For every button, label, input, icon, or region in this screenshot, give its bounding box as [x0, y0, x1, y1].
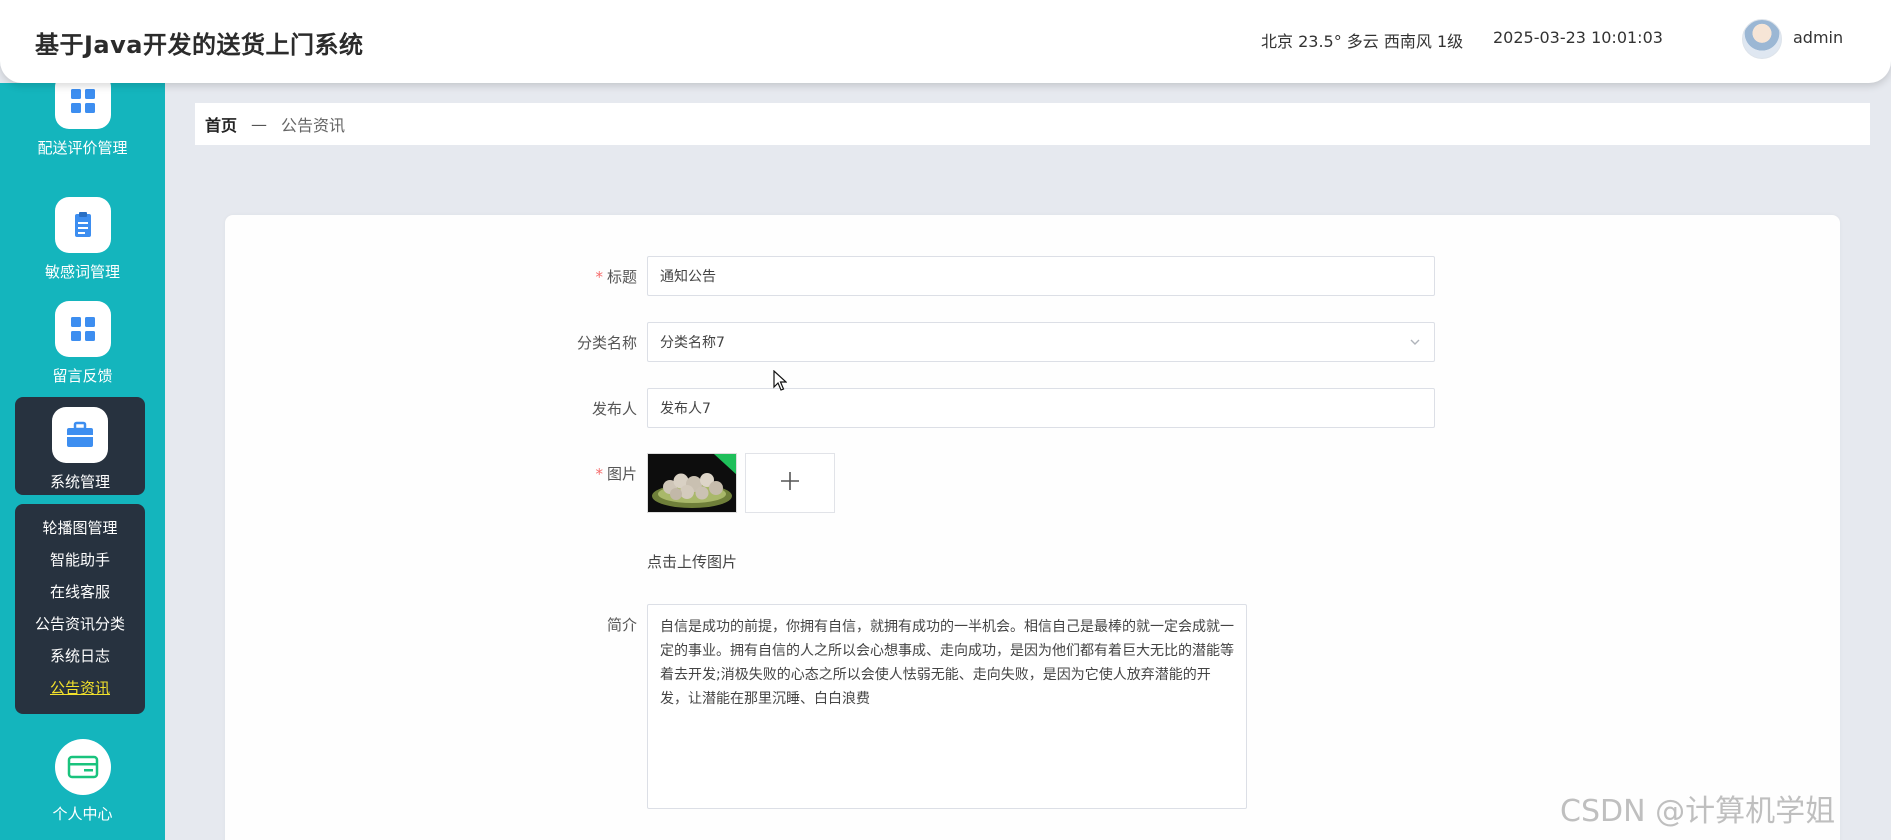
briefcase-icon	[52, 407, 108, 463]
sidebar-item-label: 敏感词管理	[44, 263, 120, 281]
sidebar-item-system[interactable]: 系统管理	[15, 397, 145, 495]
system-submenu: 轮播图管理 智能助手 在线客服 公告资讯分类 系统日志 公告资讯	[15, 504, 145, 714]
app-title: 基于Java开发的送货上门系统	[35, 31, 364, 59]
sidebar-item-sensitive-words[interactable]: 敏感词管理	[0, 197, 165, 282]
required-mark: *	[595, 268, 603, 286]
mouse-cursor-icon	[773, 369, 788, 392]
weather-info: 北京 23.5° 多云 西南风 1级	[1261, 32, 1464, 51]
sidebar-item-profile[interactable]: 个人中心	[0, 739, 165, 824]
category-label: 分类名称	[576, 334, 637, 352]
submenu-item-system-log[interactable]: 系统日志	[15, 640, 145, 672]
submenu-item-news[interactable]: 公告资讯	[15, 672, 145, 704]
watermark: CSDN @计算机学姐	[1560, 794, 1836, 829]
publisher-input-value: 发布人7	[660, 401, 711, 417]
food-image	[648, 454, 736, 512]
category-select[interactable]: 分类名称7	[647, 322, 1435, 362]
chevron-down-icon	[1408, 335, 1422, 353]
plus-icon	[779, 470, 801, 496]
upload-tip[interactable]: 点击上传图片	[647, 551, 737, 572]
publisher-input[interactable]: 发布人7	[647, 388, 1435, 428]
required-mark: *	[595, 465, 603, 483]
avatar[interactable]	[1742, 19, 1782, 59]
sidebar-item-delivery-review[interactable]: 配送评价管理	[0, 83, 165, 158]
sidebar-item-label: 个人中心	[52, 805, 113, 823]
grid-icon	[54, 83, 111, 129]
submenu-item-news-category[interactable]: 公告资讯分类	[15, 608, 145, 640]
sidebar-item-label: 配送评价管理	[37, 139, 128, 157]
sidebar-item-label: 系统管理	[49, 473, 110, 491]
add-image-button[interactable]	[745, 453, 835, 513]
submenu-item-customer-service[interactable]: 在线客服	[15, 576, 145, 608]
publisher-label: 发布人	[591, 400, 637, 418]
breadcrumb-separator: —	[251, 114, 268, 134]
breadcrumb-current: 公告资讯	[281, 116, 346, 135]
clipboard-icon	[54, 197, 111, 253]
submenu-item-assistant[interactable]: 智能助手	[15, 544, 145, 576]
top-header: 基于Java开发的送货上门系统 北京 23.5° 多云 西南风 1级 2025-…	[0, 0, 1891, 83]
image-label-text: 图片	[606, 465, 637, 483]
title-label-text: 标题	[606, 268, 637, 286]
breadcrumb: 首页 — 公告资讯	[195, 103, 1870, 145]
title-label: * 标题	[437, 266, 637, 287]
intro-textarea[interactable]: 自信是成功的前提，你拥有自信，就拥有成功的一半机会。相信自己是最棒的就一定会成就…	[647, 604, 1247, 809]
title-input[interactable]: 通知公告	[647, 256, 1435, 296]
sidebar-item-label: 留言反馈	[52, 367, 113, 385]
uploaded-image-thumbnail[interactable]	[647, 453, 737, 513]
sidebar: 配送评价管理 敏感词管理 留言反馈 系统管理 轮播图管理 智能助手 在线客服 公…	[0, 83, 165, 840]
sidebar-item-feedback[interactable]: 留言反馈	[0, 301, 165, 386]
wallet-icon	[54, 739, 111, 795]
username[interactable]: admin	[1793, 28, 1843, 47]
grid-icon	[54, 301, 111, 357]
category-select-value: 分类名称7	[660, 335, 725, 351]
intro-label: 简介	[606, 616, 637, 634]
current-datetime: 2025-03-23 10:01:03	[1493, 28, 1663, 47]
image-label: * 图片	[437, 463, 637, 484]
title-input-value: 通知公告	[660, 269, 716, 285]
breadcrumb-home[interactable]: 首页	[205, 112, 237, 136]
submenu-item-carousel[interactable]: 轮播图管理	[15, 512, 145, 544]
